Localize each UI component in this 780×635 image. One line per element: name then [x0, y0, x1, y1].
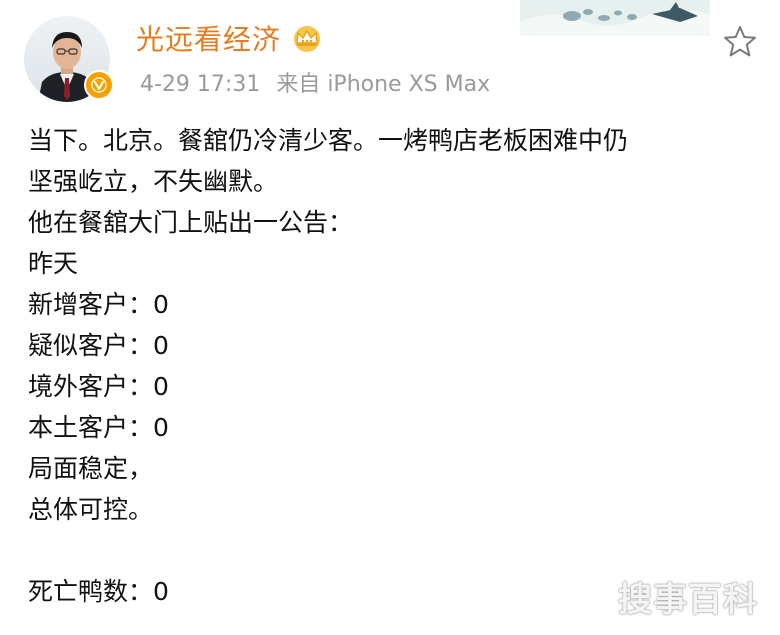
post-meta: 4-29 17:31 来自 iPhone XS Max [140, 66, 490, 98]
banner-decoration [520, 0, 710, 36]
post-line: 本土客户：0 [28, 413, 169, 442]
post-timestamp: 4-29 17:31 [140, 72, 261, 97]
crown-icon [294, 26, 321, 52]
post-line: 新增客户：0 [28, 290, 169, 319]
verified-badge-icon [84, 70, 114, 100]
post-line: 局面稳定， [28, 454, 154, 483]
post-line: 疑似客户：0 [28, 331, 169, 360]
post-line: 坚强屹立，不失幽默。 [28, 167, 279, 196]
post-body: 当下。北京。餐舘仍冷清少客。一烤鸭店老板困难中仍 坚强屹立，不失幽默。 他在餐舘… [28, 120, 758, 612]
star-icon[interactable] [722, 24, 758, 60]
post-line: 当下。北京。餐舘仍冷清少客。一烤鸭店老板困难中仍 [28, 126, 629, 155]
post-line: 昨天 [28, 249, 79, 278]
post-line-blank [28, 530, 758, 571]
post-line: 他在餐舘大门上贴出一公告： [28, 208, 354, 237]
watermark: 搜事百科 [618, 580, 758, 620]
weibo-post: 光远看经济 4-29 17:31 来自 iPhone XS Max 当下。北京。… [0, 0, 780, 635]
post-source: 来自 iPhone XS Max [276, 72, 491, 97]
username[interactable]: 光远看经济 [136, 18, 281, 58]
username-row: 光远看经济 [136, 18, 325, 58]
avatar[interactable] [24, 16, 114, 102]
post-line: 总体可控。 [28, 495, 154, 524]
post-line: 境外客户：0 [28, 372, 169, 401]
